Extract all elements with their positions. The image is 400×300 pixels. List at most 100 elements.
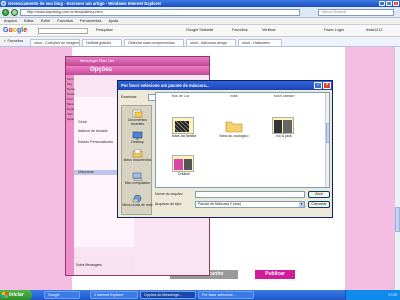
file-label: bush caesarr bbox=[274, 94, 295, 98]
folder-thumbnail bbox=[272, 117, 294, 134]
options-header: Opções bbox=[90, 67, 113, 73]
google-sidewiki-button[interactable]: Google Sidewiki bbox=[186, 27, 213, 34]
taskbar-options[interactable]: Opções do Messenge... bbox=[140, 291, 196, 299]
file-item[interactable]: fotos da familia bbox=[168, 117, 200, 138]
dialog-title: Por favor selecione um pacote de máscara… bbox=[118, 81, 332, 90]
back-icon[interactable]: ‹ bbox=[2, 9, 9, 16]
help-icon[interactable]: ? bbox=[314, 82, 322, 89]
taskbar: Iniciar Google 2 Internet Explorer Opçõe… bbox=[0, 290, 400, 300]
scrollbar-thumb[interactable] bbox=[395, 207, 400, 232]
forward-icon[interactable]: › bbox=[11, 9, 18, 16]
google-search-button[interactable]: Pesquisar bbox=[96, 27, 113, 34]
file-item[interactable]: ivo & jack bbox=[268, 117, 300, 138]
place-my-computer[interactable]: Meu computador bbox=[122, 172, 153, 186]
file-name: ivo & jack bbox=[276, 134, 292, 138]
file-item[interactable]: fotos do zoologico bbox=[218, 117, 250, 138]
google-bookmarks-button[interactable]: Favoritos bbox=[232, 27, 248, 34]
file-name: fotos do zoologico bbox=[219, 134, 249, 138]
file-list-scroll-thumb[interactable] bbox=[326, 123, 329, 143]
options-left-label: Som bbox=[67, 112, 74, 116]
open-button[interactable]: Abrir bbox=[308, 191, 330, 198]
window-controls: _ □ × bbox=[379, 1, 399, 6]
options-left-label: Gerai bbox=[67, 92, 75, 96]
place-network[interactable]: Meus locais de rede bbox=[122, 194, 153, 208]
tab-hotmail[interactable]: HotMail gratuito bbox=[82, 39, 122, 46]
desktop-icon bbox=[132, 131, 143, 140]
place-recent[interactable]: Documentos recentes bbox=[122, 109, 153, 126]
minimize-icon[interactable]: _ bbox=[379, 1, 385, 6]
maximize-icon[interactable]: □ bbox=[386, 1, 392, 6]
file-list-scrollbar[interactable] bbox=[325, 93, 329, 187]
google-login-button[interactable]: Fazer Login bbox=[324, 27, 344, 34]
google-toolbar: Google Pesquisar Google Sidewiki Favorit… bbox=[0, 25, 400, 37]
options-item-shortcuts[interactable]: Atalhos de teclado bbox=[78, 129, 108, 133]
options-item-custom-status[interactable]: Estado Personalizado bbox=[78, 140, 113, 144]
chevron-down-icon: ▼ bbox=[299, 202, 304, 207]
options-title: Messenger Plus! Live bbox=[66, 57, 209, 66]
menu-view[interactable]: Exibir bbox=[41, 18, 51, 24]
options-item-skins[interactable]: Máscaras bbox=[78, 170, 94, 174]
file-dialog: Por favor selecione um pacote de máscara… bbox=[117, 80, 333, 218]
browser-title: Gerenciamento de seu blog - Escrever um … bbox=[8, 1, 162, 6]
menu-help[interactable]: Ajuda bbox=[108, 18, 118, 24]
star-icon: ★ bbox=[3, 39, 7, 43]
filetype-label: Arquivos do tipo: bbox=[155, 202, 182, 206]
tab-orkut-halloween[interactable]: orkut - Halloween bbox=[238, 39, 282, 46]
system-tray: 17:29 bbox=[345, 290, 400, 300]
look-in-label: Examinar: bbox=[121, 95, 138, 99]
page-scrollbar[interactable] bbox=[394, 47, 400, 290]
recent-documents-icon bbox=[132, 109, 143, 118]
place-desktop[interactable]: Desktop bbox=[122, 131, 153, 145]
my-computer-icon bbox=[132, 172, 143, 181]
favorites-bar: ★ Favoritos orkut - Coleções de Imagens … bbox=[0, 37, 400, 47]
tab-orkut-colecoes[interactable]: orkut - Coleções de Imagens bbox=[30, 39, 80, 46]
file-name: fotos da familia bbox=[171, 134, 197, 138]
cancel-button[interactable]: Cancelar bbox=[308, 201, 330, 208]
menu-file[interactable]: Arquivo bbox=[4, 18, 17, 24]
pink-right-border bbox=[345, 47, 400, 290]
google-search-input[interactable] bbox=[38, 28, 88, 34]
menu-edit[interactable]: Editar bbox=[24, 18, 34, 24]
google-check-button[interactable]: Verificar bbox=[262, 27, 276, 34]
start-button[interactable]: Iniciar bbox=[0, 290, 32, 300]
filetype-select[interactable]: Pacote de Máscara (*.plsk) ▼ bbox=[195, 201, 305, 208]
url-input[interactable]: http://www.sapoblog.com.br/templates/a.h… bbox=[20, 9, 300, 16]
address-bar: ‹ › http://www.sapoblog.com.br/templates… bbox=[0, 7, 400, 18]
tab-orkut-amigo[interactable]: orkut - Adicionar amigo bbox=[186, 39, 236, 46]
taskbar-dialog[interactable]: Por favor selecione... bbox=[198, 291, 254, 299]
close-icon[interactable]: × bbox=[393, 1, 399, 6]
windows-logo-icon bbox=[2, 292, 8, 298]
dialog-close-icon[interactable]: × bbox=[323, 82, 331, 89]
publish-button[interactable]: Publicar bbox=[255, 270, 295, 279]
google-user[interactable]: linda1212 bbox=[366, 27, 382, 34]
browser-title-bar: Gerenciamento de seu blog - Escrever um … bbox=[0, 0, 400, 7]
menu-bar: Arquivo Editar Exibir Favoritos Ferramen… bbox=[0, 18, 400, 25]
file-item[interactable]: Orkitinh bbox=[168, 155, 200, 176]
my-documents-icon bbox=[132, 149, 143, 158]
options-about-link[interactable]: Sobre Mensagens bbox=[76, 263, 102, 267]
file-label: rclas bbox=[230, 94, 238, 98]
search-input[interactable]: Yahoo! Search bbox=[318, 9, 394, 16]
menu-tools[interactable]: Ferramentas bbox=[80, 18, 102, 24]
ie-logo-icon bbox=[1, 1, 6, 6]
options-item-general[interactable]: Geral bbox=[78, 120, 87, 124]
menu-favorites[interactable]: Favoritos bbox=[57, 18, 73, 24]
filename-label: Nome do arquivo: bbox=[155, 192, 184, 196]
file-label: fios de Luz bbox=[172, 94, 190, 98]
network-places-icon bbox=[132, 194, 143, 203]
folder-icon bbox=[223, 117, 245, 134]
place-my-documents[interactable]: Meus documentos bbox=[122, 149, 153, 163]
folder-thumbnail bbox=[172, 117, 194, 134]
options-left-label: Nome bbox=[67, 87, 76, 91]
pink-left-border bbox=[0, 47, 72, 290]
clock: 17:29 bbox=[388, 293, 397, 297]
taskbar-google[interactable]: Google bbox=[44, 291, 80, 299]
favorites-button[interactable]: ★ Favoritos bbox=[3, 38, 23, 45]
tab-complementos[interactable]: Obtenha mais complementos bbox=[124, 39, 184, 46]
google-logo: Google bbox=[3, 27, 28, 34]
filename-input[interactable] bbox=[195, 191, 305, 198]
options-left-label: Term bbox=[67, 77, 74, 81]
options-left-label: Tag bbox=[67, 82, 72, 86]
taskbar-ie[interactable]: 2 Internet Explorer bbox=[90, 291, 138, 299]
options-header-band bbox=[66, 66, 209, 75]
